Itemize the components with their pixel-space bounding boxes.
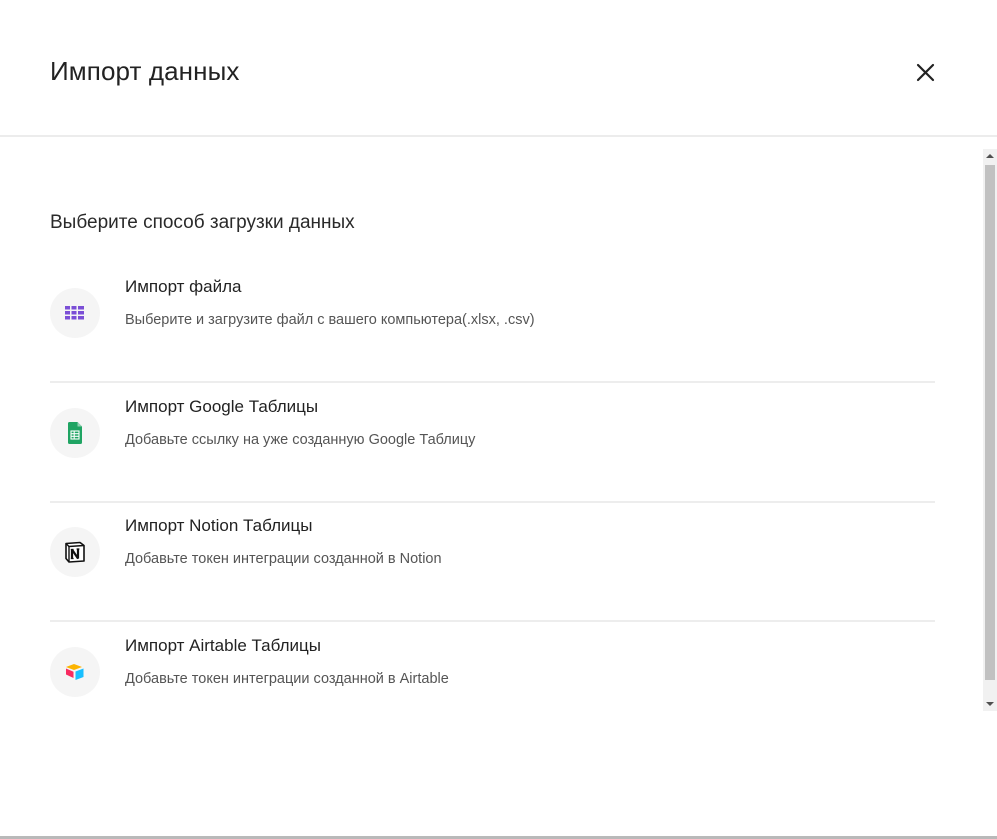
- scrollbar[interactable]: [983, 149, 997, 711]
- import-google-sheets-option[interactable]: Импорт Google Таблицы Добавьте ссылку на…: [50, 384, 935, 503]
- option-description: Добавьте токен интеграции созданной в Ai…: [125, 671, 449, 687]
- dialog-header: Импорт данных: [0, 0, 997, 137]
- option-description: Добавьте ссылку на уже созданную Google …: [125, 432, 476, 448]
- import-dialog: Импорт данных Выберите способ загрузки д…: [0, 0, 997, 839]
- table-grid-icon: [65, 306, 84, 320]
- scroll-down-arrow[interactable]: [983, 697, 997, 711]
- option-title: Импорт Airtable Таблицы: [125, 636, 321, 655]
- airtable-icon: [66, 664, 84, 680]
- option-description: Выберите и загрузите файл с вашего компь…: [125, 312, 535, 328]
- notion-icon: [65, 541, 85, 563]
- import-airtable-option[interactable]: Импорт Airtable Таблицы Добавьте токен и…: [50, 623, 935, 723]
- option-description: Добавьте токен интеграции созданной в No…: [125, 551, 442, 567]
- section-subtitle: Выберите способ загрузки данных: [50, 212, 355, 233]
- option-divider: [50, 381, 935, 383]
- dialog-title: Импорт данных: [50, 56, 240, 86]
- dialog-body: Выберите способ загрузки данных Импорт ф…: [0, 137, 997, 836]
- option-title: Импорт Notion Таблицы: [125, 516, 313, 535]
- airtable-icon-wrap: [50, 647, 100, 697]
- import-notion-option[interactable]: Импорт Notion Таблицы Добавьте токен инт…: [50, 503, 935, 622]
- option-divider: [50, 620, 935, 622]
- option-title: Импорт файла: [125, 277, 242, 296]
- google-sheets-icon-wrap: [50, 408, 100, 458]
- scroll-thumb[interactable]: [985, 165, 995, 680]
- option-title: Импорт Google Таблицы: [125, 397, 319, 416]
- close-icon: [916, 63, 935, 82]
- close-button[interactable]: [912, 59, 940, 87]
- triangle-down-icon: [986, 702, 994, 706]
- notion-icon-wrap: [50, 527, 100, 577]
- google-sheets-icon: [68, 422, 82, 444]
- import-file-option[interactable]: Импорт файла Выберите и загрузите файл с…: [50, 264, 935, 383]
- import-file-icon-wrap: [50, 288, 100, 338]
- triangle-up-icon: [986, 154, 994, 158]
- scroll-up-arrow[interactable]: [983, 149, 997, 163]
